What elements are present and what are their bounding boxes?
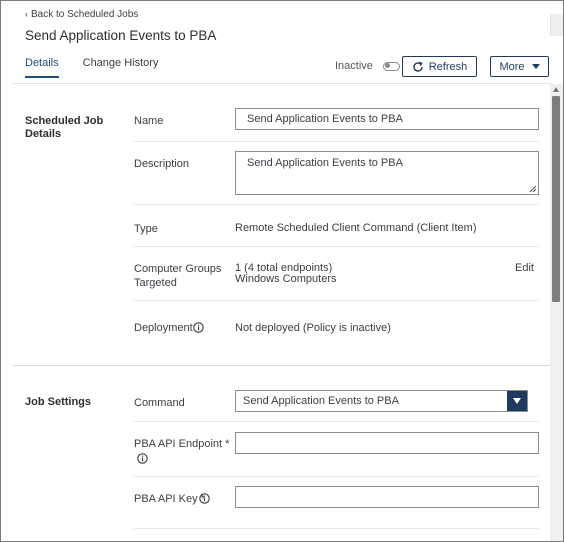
computer-groups-name: Windows Computers — [235, 273, 337, 285]
status-label: Inactive — [335, 60, 373, 72]
pba-api-key-field[interactable] — [235, 486, 539, 508]
row-divider — [134, 204, 539, 205]
edit-groups-link[interactable]: Edit — [515, 262, 534, 274]
type-value: Remote Scheduled Client Command (Client … — [235, 222, 477, 234]
refresh-button[interactable]: Refresh — [402, 56, 477, 77]
pba-api-key-label: PBA API Key * — [134, 493, 205, 505]
vertical-scrollbar[interactable] — [550, 84, 563, 541]
row-divider — [134, 141, 539, 142]
chevron-left-icon: ‹ — [25, 9, 28, 19]
info-icon[interactable] — [193, 322, 204, 333]
section-title-job-settings: Job Settings — [25, 396, 92, 408]
more-label: More — [499, 60, 525, 73]
back-link-label: Back to Scheduled Jobs — [31, 9, 139, 20]
top-scrollbar[interactable] — [550, 14, 563, 36]
app-window: ‹ Back to Scheduled Jobs Send Applicatio… — [0, 0, 564, 542]
info-icon[interactable] — [137, 453, 148, 464]
page-title: Send Application Events to PBA — [25, 28, 217, 43]
section-divider — [13, 365, 552, 366]
row-divider — [134, 476, 539, 477]
row-divider — [134, 421, 539, 422]
description-field[interactable]: Send Application Events to PBA — [235, 151, 539, 195]
resize-grip-icon[interactable] — [529, 185, 537, 193]
computer-groups-label: Computer Groups Targeted — [134, 263, 222, 289]
active-toggle[interactable] — [382, 61, 400, 71]
refresh-icon — [413, 61, 423, 72]
dropdown-button[interactable] — [507, 391, 527, 411]
back-link[interactable]: ‹ Back to Scheduled Jobs — [25, 9, 138, 20]
name-label: Name — [134, 115, 164, 127]
scrollbar-thumb[interactable] — [552, 96, 560, 302]
info-icon[interactable] — [199, 493, 210, 504]
section-title-job-details: Scheduled Job Details — [25, 115, 104, 140]
name-field-value: Send Application Events to PBA — [247, 113, 403, 125]
deployment-label: Deployment — [134, 322, 193, 334]
row-divider — [134, 528, 539, 529]
caret-down-icon — [513, 398, 521, 404]
type-label: Type — [134, 223, 158, 235]
status-control: Inactive — [335, 60, 400, 72]
refresh-label: Refresh — [428, 60, 468, 73]
scroll-up-arrow-icon[interactable] — [553, 87, 559, 92]
toggle-knob — [384, 63, 390, 68]
caret-down-icon — [531, 64, 540, 69]
pba-endpoint-field[interactable] — [235, 432, 539, 454]
tab-bar: Details Change History — [25, 57, 158, 78]
row-divider — [134, 300, 539, 301]
tab-change-history[interactable]: Change History — [83, 57, 159, 78]
name-field[interactable]: Send Application Events to PBA — [235, 108, 539, 130]
details-panel: Scheduled Job Details Name Send Applicat… — [1, 84, 552, 541]
description-field-value: Send Application Events to PBA — [247, 157, 403, 169]
pba-endpoint-label: PBA API Endpoint * — [134, 438, 230, 450]
description-label: Description — [134, 158, 190, 170]
command-select[interactable]: Send Application Events to PBA — [235, 390, 528, 412]
deployment-value: Not deployed (Policy is inactive) — [235, 322, 391, 334]
more-button[interactable]: More — [490, 56, 549, 77]
row-divider — [134, 246, 539, 247]
tab-details[interactable]: Details — [25, 57, 59, 78]
command-select-value: Send Application Events to PBA — [243, 395, 399, 407]
command-label: Command — [134, 397, 185, 409]
